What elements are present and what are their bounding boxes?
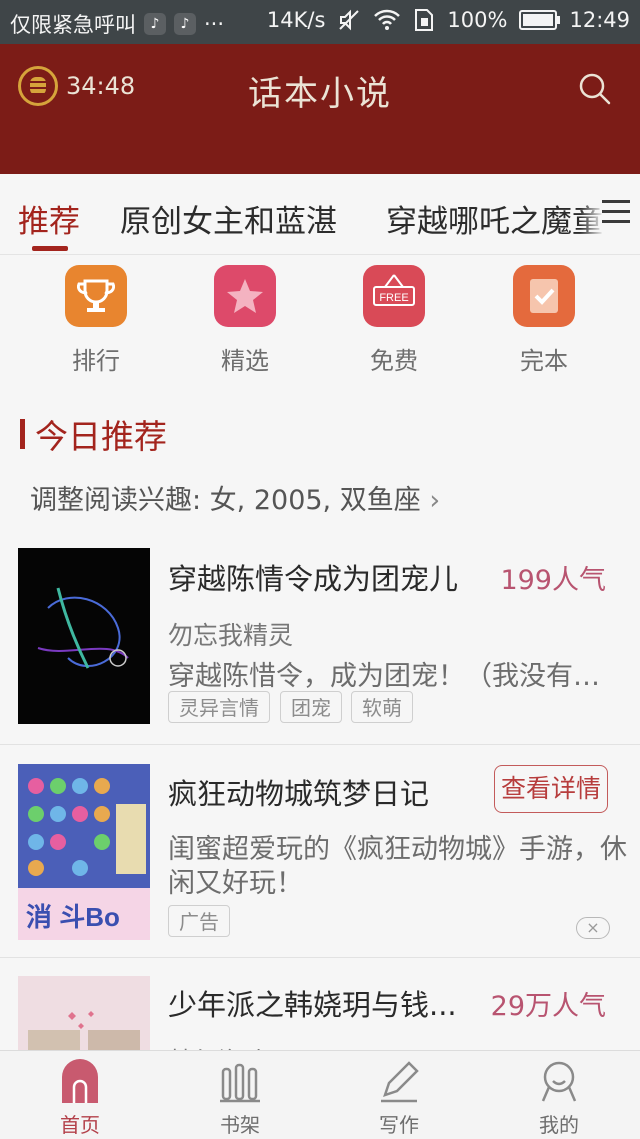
nav-label: 我的: [539, 1113, 579, 1137]
tab-recommend[interactable]: 推荐: [18, 196, 80, 241]
quick-links: 排行 精选 FREE 免费 完本: [0, 255, 640, 375]
quick-link-label: 完本: [520, 347, 568, 375]
ad-badge: 广告: [168, 905, 230, 937]
mute-icon: [339, 9, 360, 31]
ad-title: 疯狂动物城筑梦日记: [168, 777, 430, 811]
tab-nezha[interactable]: 穿越哪吒之魔童: [386, 196, 603, 241]
book-card[interactable]: 少年派之韩娆玥与钱... 29万人气 梦幻海迪: [0, 957, 640, 1051]
sim-icon: [415, 9, 434, 31]
app-title: 话本小说: [248, 74, 392, 114]
status-bar: 仅限紧急呼叫 ♪ ♪ ··· 14K/s 100% 12:49: [0, 0, 640, 44]
chevron-right-icon: ›: [429, 485, 441, 516]
tiktok-icon: ♪: [144, 13, 166, 35]
quick-link-free[interactable]: FREE 免费: [339, 265, 449, 376]
view-details-button[interactable]: 查看详情: [494, 765, 608, 813]
ad-description-line2: 闲又好玩！: [168, 868, 303, 899]
quick-link-label: 免费: [370, 347, 418, 375]
ad-image: 消 斗Bo: [18, 764, 150, 940]
carrier-text: 仅限紧急呼叫: [10, 13, 136, 37]
free-sign-icon: FREE: [363, 265, 425, 327]
search-icon[interactable]: [578, 72, 612, 106]
interest-text: 调整阅读兴趣: 女, 2005, 双鱼座: [30, 485, 421, 516]
book-cover: [18, 976, 150, 1051]
battery-icon: [519, 10, 561, 30]
free-badge-text: FREE: [379, 292, 408, 304]
book-tag[interactable]: 软萌: [351, 691, 413, 723]
tiktok-icon: ♪: [174, 13, 196, 35]
menu-icon[interactable]: [602, 200, 630, 226]
tab-original-heroine[interactable]: 原创女主和蓝湛: [120, 196, 337, 241]
category-tabs: 推荐 原创女主和蓝湛 穿越哪吒之魔童: [0, 174, 640, 255]
pencil-icon: [377, 1059, 421, 1105]
section-title: 今日推荐: [20, 410, 167, 458]
more-notifications-icon: ···: [204, 12, 225, 36]
ad-card[interactable]: 消 斗Bo 疯狂动物城筑梦日记 查看详情 闺蜜超爱玩的《疯狂动物城》手游，休 闲…: [0, 744, 640, 957]
nav-label: 写作: [379, 1113, 419, 1137]
star-icon: [214, 265, 276, 327]
checkmark-icon: [513, 265, 575, 327]
section-title-text: 今日推荐: [35, 417, 167, 456]
quick-link-label: 排行: [72, 347, 120, 375]
book-popularity: 29万人气: [490, 991, 606, 1022]
close-ad-icon[interactable]: ×: [576, 917, 610, 939]
wifi-icon: [374, 9, 401, 30]
book-title: 穿越陈情令成为团宠儿: [168, 562, 459, 596]
nav-label: 书架: [220, 1113, 260, 1137]
profile-icon: [537, 1059, 581, 1105]
trophy-icon: [65, 265, 127, 327]
book-card[interactable]: 穿越陈情令成为团宠儿 199人气 勿忘我精灵 穿越陈惜令，成为团宠！（我没有写错…: [0, 528, 640, 743]
bottom-nav: 首页 书架 写作 我的: [0, 1050, 640, 1139]
adjust-interest-link[interactable]: 调整阅读兴趣: 女, 2005, 双鱼座 ›: [30, 478, 440, 517]
svg-text:消 斗Bo: 消 斗Bo: [26, 902, 120, 932]
active-tab-indicator: [32, 246, 68, 251]
quick-link-completed[interactable]: 完本: [489, 265, 599, 376]
nav-label: 首页: [60, 1113, 100, 1137]
quick-link-ranking[interactable]: 排行: [41, 265, 151, 376]
quick-link-label: 精选: [221, 347, 269, 375]
book-popularity: 199人气: [500, 565, 606, 596]
nav-mine[interactable]: 我的: [499, 1059, 619, 1138]
bookshelf-icon: [218, 1059, 262, 1105]
clock-time: 12:49: [569, 8, 630, 32]
book-author: 勿忘我精灵: [168, 621, 294, 650]
net-speed: 14K/s: [266, 8, 326, 32]
nav-home[interactable]: 首页: [20, 1059, 140, 1138]
book-tag[interactable]: 灵异言情: [168, 691, 270, 723]
book-description: 穿越陈惜令，成为团宠！（我没有写错字）: [168, 661, 608, 692]
quick-link-featured[interactable]: 精选: [190, 265, 300, 376]
nav-write[interactable]: 写作: [339, 1059, 459, 1138]
book-title: 少年派之韩娆玥与钱...: [168, 988, 457, 1022]
book-tag[interactable]: 团宠: [280, 691, 342, 723]
battery-percent: 100%: [447, 8, 508, 32]
nav-bookshelf[interactable]: 书架: [180, 1059, 300, 1138]
home-icon: [58, 1059, 102, 1105]
book-cover: [18, 548, 150, 724]
